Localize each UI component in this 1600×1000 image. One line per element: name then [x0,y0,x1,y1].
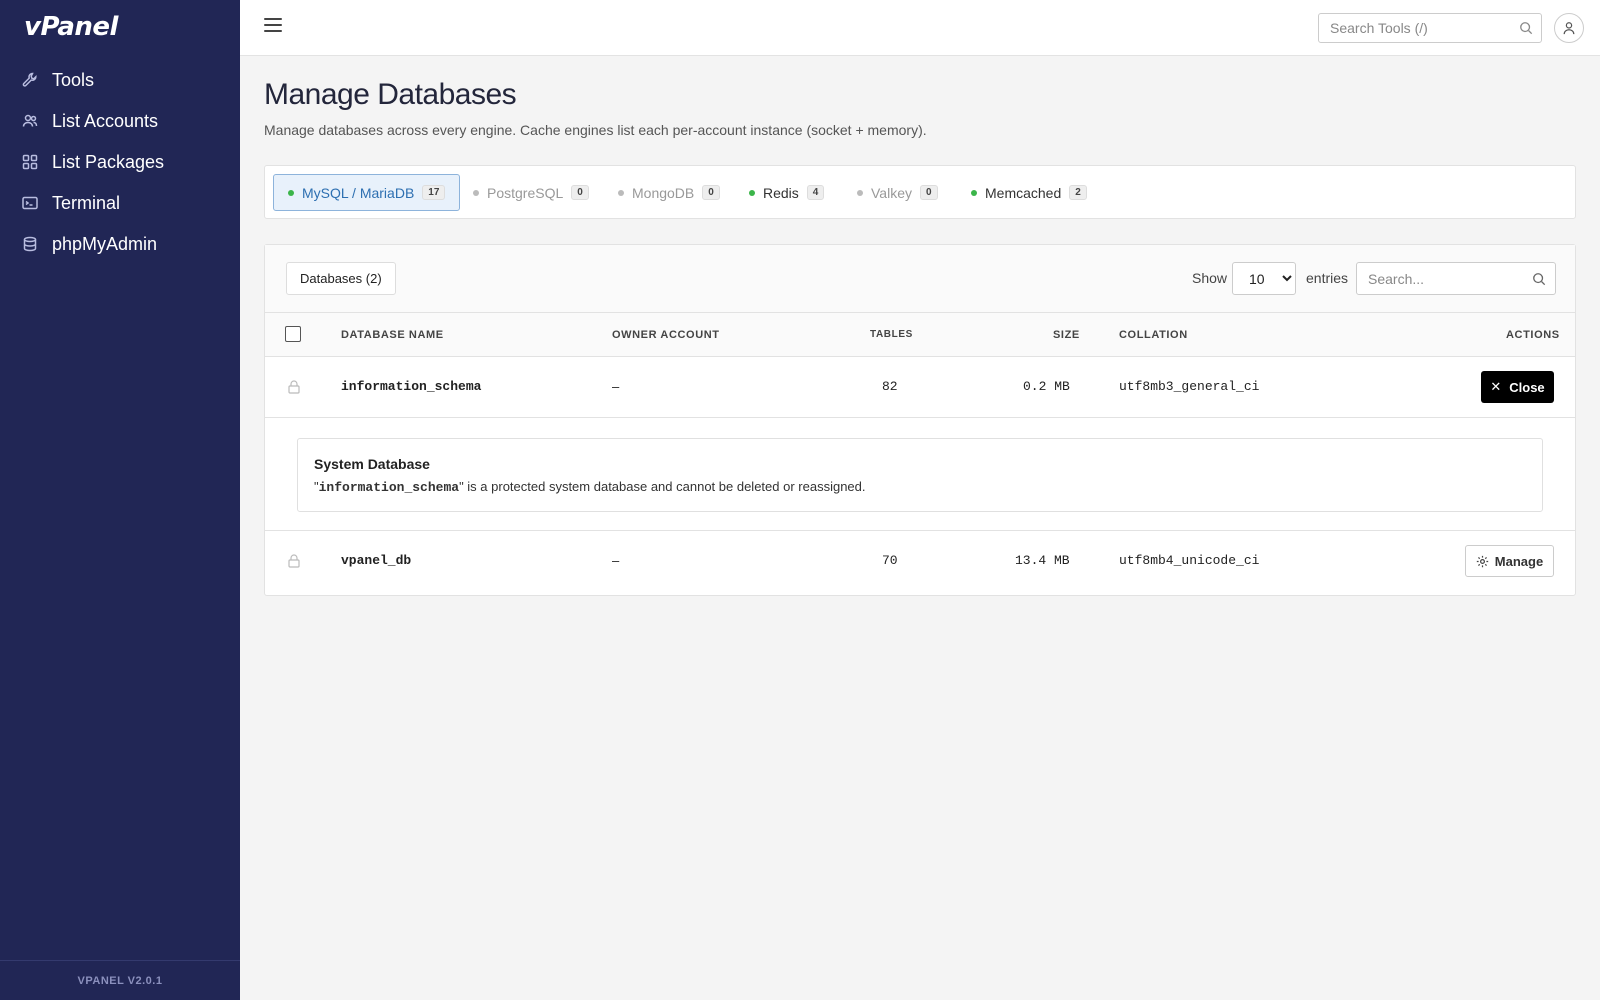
row-detail-panel: System Database "information_schema" is … [265,417,1575,531]
sidebar-item-tools[interactable]: Tools [0,60,240,101]
sidebar-item-label: List Packages [52,152,165,172]
collation: utf8mb3_general_ci [1119,379,1260,394]
count-badge: 17 [422,185,446,200]
manage-button[interactable]: Manage [1465,545,1554,577]
tool-search [1318,13,1542,43]
page-subtitle: Manage databases across every engine. Ca… [264,122,927,138]
close-button[interactable]: ✕ Close [1481,371,1554,403]
col-collation[interactable]: Collation [1119,329,1188,341]
tab-label: MongoDB [632,184,695,201]
col-actions: Actions [1506,329,1560,341]
sidebar-item-terminal[interactable]: Terminal [0,183,240,224]
show-label: Show [1192,270,1228,286]
database-name: vpanel_db [341,553,412,568]
status-dot-icon [473,189,479,196]
sidebar-item-label: Terminal [52,193,121,213]
notice-title: System Database [314,456,430,472]
sidebar-nav: Tools List Accounts List Packages Termin… [0,60,240,265]
status-dot-icon [749,189,755,196]
topbar [240,0,1600,56]
tab-label: MySQL / MariaDB [302,184,415,201]
tab-label: PostgreSQL [487,184,564,201]
grid-icon [22,154,40,172]
version-label: VPANEL V2.0.1 [0,960,240,1000]
close-icon: ✕ [1490,379,1502,394]
entries-select[interactable]: 10 [1232,262,1296,295]
table-search-input[interactable] [1357,263,1522,294]
count-badge: 4 [806,185,825,200]
table-search [1356,262,1556,295]
wrench-icon [22,72,40,90]
col-database-name[interactable]: Database Name [341,329,444,341]
table-header: Database Name Owner Account Tables Size … [265,313,1575,357]
search-icon[interactable] [1519,21,1533,35]
gear-icon [1476,555,1488,567]
sidebar-item-label: phpMyAdmin [52,234,158,254]
database-size: 13.4 MB [1015,553,1070,568]
col-owner-account[interactable]: Owner Account [612,329,720,341]
sidebar-item-label: List Accounts [52,111,159,131]
tab-memcached[interactable]: Memcached 2 [957,174,1101,211]
terminal-icon [22,195,40,213]
sidebar-item-list-packages[interactable]: List Packages [0,142,240,183]
engine-tabs: MySQL / MariaDB 17 PostgreSQL 0 MongoDB … [264,165,1576,219]
collation: utf8mb4_unicode_ci [1119,553,1260,568]
database-name: information_schema [341,379,482,394]
status-dot-icon [288,189,294,196]
table-toolbar: Databases (2) Show 10 entries [265,245,1575,313]
database-size: 0.2 MB [1023,379,1070,394]
databases-table: Databases (2) Show 10 entries Database N… [264,244,1576,596]
count-badge: 0 [702,185,720,200]
tab-valkey[interactable]: Valkey 0 [843,174,952,211]
user-menu-button[interactable] [1554,13,1584,43]
close-button-label: Close [1509,379,1545,395]
system-database-notice: System Database "information_schema" is … [297,438,1543,512]
users-icon [22,113,40,131]
tables-count: 70 [882,553,898,568]
count-badge: 0 [571,185,589,200]
sidebar-item-phpmyadmin[interactable]: phpMyAdmin [0,224,240,265]
entries-label: entries [1306,270,1349,286]
search-icon[interactable] [1532,272,1546,286]
notice-message: " is a protected system database and can… [459,479,866,494]
tab-label: Memcached [985,184,1062,201]
col-size[interactable]: Size [1053,329,1080,341]
database-icon [22,236,40,254]
manage-button-label: Manage [1494,553,1544,569]
status-dot-icon [857,189,863,196]
count-badge: 2 [1069,185,1087,200]
user-icon [1563,22,1575,35]
tables-count: 82 [882,379,898,394]
notice-text: "information_schema" is a protected syst… [314,479,866,495]
menu-toggle-icon[interactable] [264,18,282,36]
table-row[interactable]: vpanel_db – 70 13.4 MB utf8mb4_unicode_c… [265,531,1575,591]
tool-search-input[interactable] [1319,14,1509,42]
lock-icon [288,380,300,394]
owner-account: – [612,553,620,568]
select-all-checkbox[interactable] [285,326,301,342]
tab-postgresql[interactable]: PostgreSQL 0 [459,174,603,211]
tab-mysql-mariadb[interactable]: MySQL / MariaDB 17 [273,174,461,211]
tab-redis[interactable]: Redis 4 [735,174,838,211]
tab-label: Redis [763,184,799,201]
count-badge: 0 [919,185,938,200]
table-row[interactable]: information_schema – 82 0.2 MB utf8mb3_g… [265,357,1575,417]
sidebar-item-list-accounts[interactable]: List Accounts [0,101,240,142]
databases-count-tab[interactable]: Databases (2) [286,262,396,295]
page-title: Manage Databases [264,78,517,111]
lock-icon [288,554,300,568]
sidebar-item-label: Tools [52,70,95,90]
notice-db-name: information_schema [318,480,460,495]
status-dot-icon [971,189,977,196]
status-dot-icon [618,189,624,196]
owner-account: – [612,379,620,394]
sidebar: vPanel Tools List Accounts List Packages… [0,0,240,1000]
col-tables[interactable]: Tables [870,329,913,340]
tab-label: Valkey [871,184,912,201]
tab-mongodb[interactable]: MongoDB 0 [604,174,734,211]
app-logo[interactable]: vPanel [24,12,118,42]
